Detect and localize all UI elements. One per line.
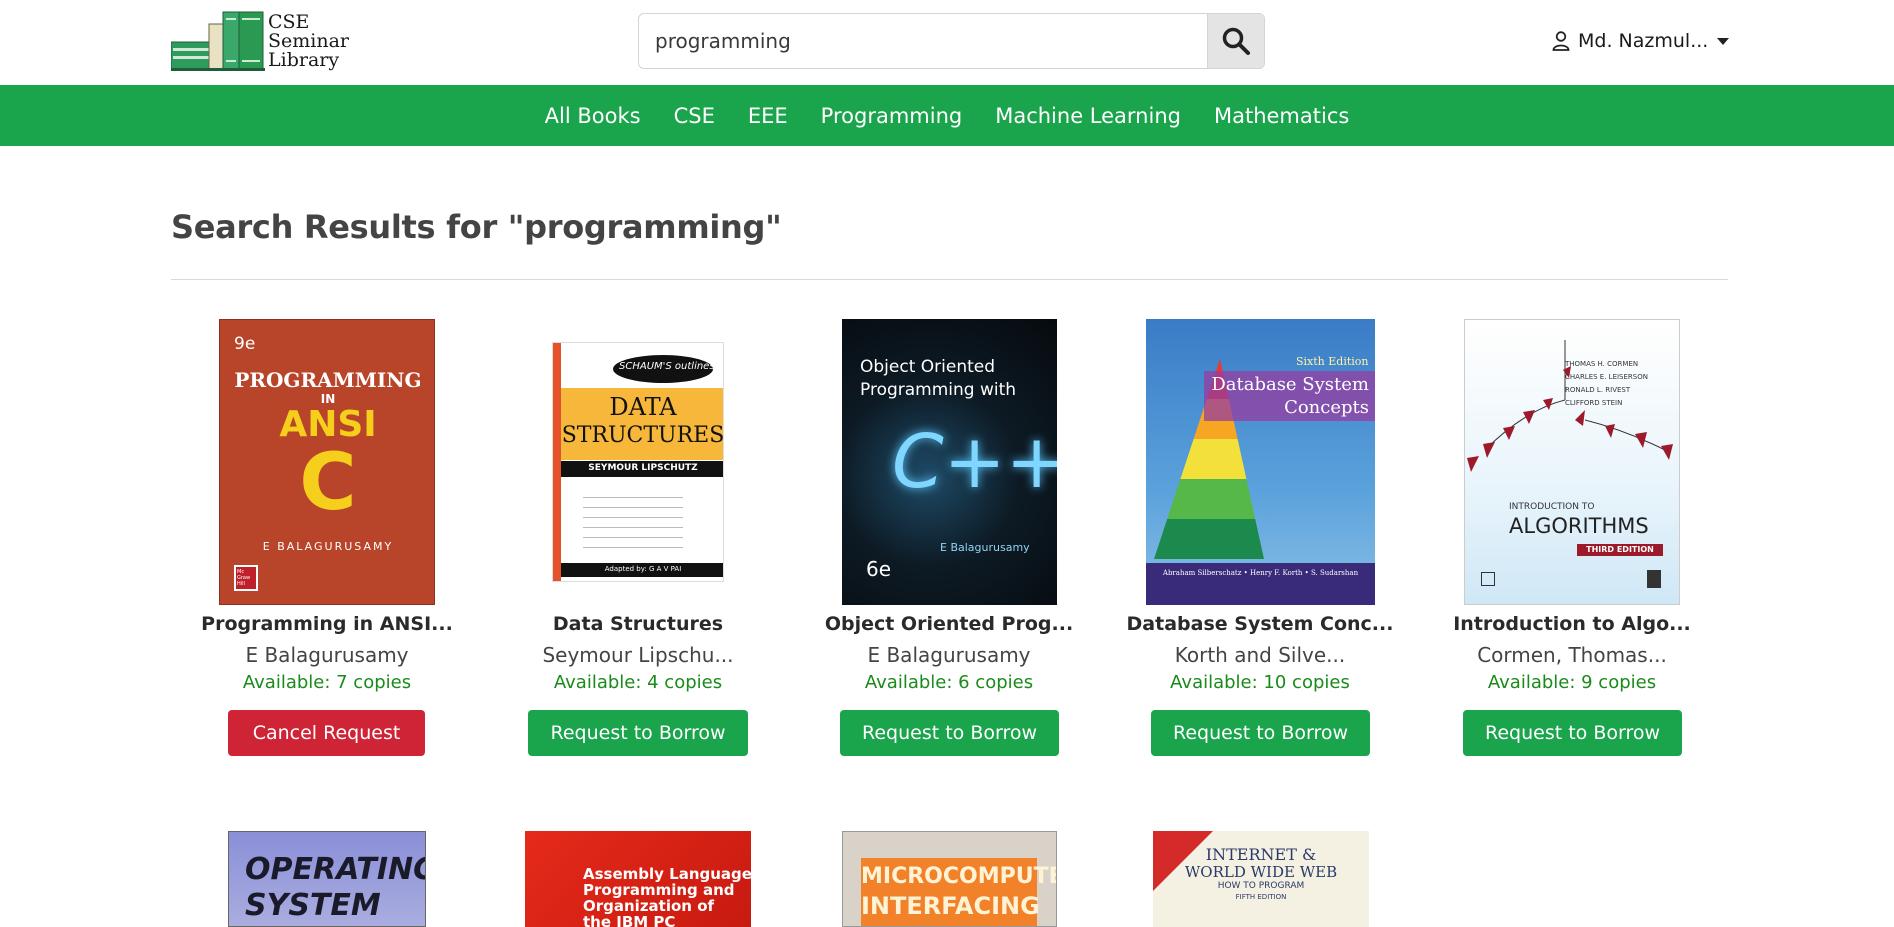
request-borrow-button[interactable]: Request to Borrow xyxy=(1463,710,1682,756)
cover-title-line: INTRODUCTION TO xyxy=(1509,502,1595,512)
book-title[interactable]: Programming in ANSI... xyxy=(187,613,467,635)
cover-edition: 9e xyxy=(234,334,256,354)
cover-adapter: Adapted by: G A V PAI xyxy=(604,565,682,573)
book-availability: Available: 7 copies xyxy=(242,672,412,693)
book-cover-2[interactable]: SCHAUM'S outlines DATA STRUCTURES SEYMOU… xyxy=(552,342,724,582)
book-cover-5[interactable]: THOMAS H. CORMEN CHARLES E. LEISERSON RO… xyxy=(1464,319,1680,605)
cover-edition: THIRD EDITION xyxy=(1586,545,1654,554)
cover-bullets xyxy=(583,491,683,551)
book-availability: Available: 10 copies xyxy=(1170,672,1350,693)
header: CSE Seminar Library Md. Nazmul... xyxy=(0,0,1894,85)
cover-title-line: the IBM PC xyxy=(583,913,676,927)
cover-left-band xyxy=(553,343,561,581)
site-name-line2: Seminar xyxy=(268,29,350,52)
cover-title-line: WORLD WIDE WEB xyxy=(1184,863,1338,881)
cover-title-line: INTERFACING xyxy=(861,892,1040,920)
book-author: Cormen, Thomas... xyxy=(1477,643,1667,667)
search-input[interactable] xyxy=(639,14,1207,68)
cover-title-line: Programming with xyxy=(860,380,1017,400)
book-author: Korth and Silve... xyxy=(1174,643,1346,667)
user-icon xyxy=(1552,31,1570,51)
cover-author: CHARLES E. LEISERSON xyxy=(1565,373,1648,381)
book-cover-8[interactable]: MICROCOMPUTER INTERFACING xyxy=(842,831,1057,927)
cover-title-line: OPERATING xyxy=(245,852,426,887)
caret-down-icon xyxy=(1717,38,1730,45)
nav-programming[interactable]: Programming xyxy=(821,104,963,128)
cover-title-line: ALGORITHMS xyxy=(1509,514,1649,538)
book-cover-6[interactable]: OPERATING SYSTEM xyxy=(228,831,426,927)
book-title[interactable]: Introduction to Algo... xyxy=(1432,613,1712,635)
cover-title-line: INTERNET & xyxy=(1205,845,1317,864)
book-availability: Available: 9 copies xyxy=(1487,672,1657,693)
book-availability: Available: 4 copies xyxy=(553,672,723,693)
user-name: Md. Nazmul... xyxy=(1578,30,1709,52)
cover-title-line: HOW TO PROGRAM xyxy=(1217,881,1305,891)
nav-cse[interactable]: CSE xyxy=(674,104,715,128)
cover-edition: Sixth Edition xyxy=(1296,355,1369,368)
publisher-logo xyxy=(1481,572,1495,586)
site-name: CSE Seminar Library xyxy=(268,10,350,71)
cover-author: E BALAGURUSAMY xyxy=(262,540,394,553)
cover-title-line: PROGRAMMING xyxy=(234,368,422,392)
cover-title-line: Concepts xyxy=(1284,397,1369,418)
publisher-logo-text: Mc Graw Hill xyxy=(237,569,251,587)
cover-title-line: STRUCTURES xyxy=(561,423,724,448)
cover-edition: 6e xyxy=(866,557,892,581)
book-title[interactable]: Data Structures xyxy=(498,613,778,635)
cover-title-line: C xyxy=(299,438,357,528)
book-author: Seymour Lipschu... xyxy=(542,643,734,667)
nav-eee[interactable]: EEE xyxy=(748,104,788,128)
cover-author: Abraham Silberschatz • Henry F. Korth • … xyxy=(1162,569,1359,577)
cover-mobile-art-right xyxy=(1584,410,1679,490)
book-author: E Balagurusamy xyxy=(867,643,1031,667)
cover-edition: FIFTH EDITION xyxy=(1235,893,1287,901)
cover-title-line: C++ xyxy=(892,419,1057,505)
cover-title-line: DATA xyxy=(609,393,677,421)
divider xyxy=(171,279,1728,280)
book-cover-7[interactable]: Assembly Language Programming and Organi… xyxy=(525,831,751,927)
site-logo[interactable]: CSE Seminar Library xyxy=(170,10,361,72)
nav-machine-learning[interactable]: Machine Learning xyxy=(995,104,1181,128)
category-nav: All Books CSE EEE Programming Machine Le… xyxy=(0,85,1894,146)
page-title: Search Results for "programming" xyxy=(171,208,782,246)
publisher-logo: Mc Graw Hill xyxy=(234,565,258,591)
cover-series: SCHAUM'S outlines xyxy=(619,361,715,372)
request-borrow-button[interactable]: Request to Borrow xyxy=(528,710,748,756)
cancel-request-button[interactable]: Cancel Request xyxy=(228,710,425,756)
search-button[interactable] xyxy=(1207,14,1264,68)
nav-all-books[interactable]: All Books xyxy=(545,104,641,128)
request-borrow-button[interactable]: Request to Borrow xyxy=(840,710,1059,756)
site-name-line1: CSE xyxy=(268,10,310,33)
books-logo-icon xyxy=(170,10,266,72)
book-title[interactable]: Object Oriented Prog... xyxy=(809,613,1089,635)
search-bar xyxy=(638,13,1265,69)
site-name-line3: Library xyxy=(268,48,340,71)
book-cover-9[interactable]: INTERNET & WORLD WIDE WEB HOW TO PROGRAM… xyxy=(1153,831,1369,927)
cover-title-line: SYSTEM xyxy=(245,888,381,923)
cover-author: E Balagurusamy xyxy=(940,541,1030,554)
publisher-logo-mit xyxy=(1647,570,1661,588)
search-icon xyxy=(1222,27,1250,55)
cover-author: CLIFFORD STEIN xyxy=(1565,399,1623,407)
book-cover-4[interactable]: Sixth Edition Database System Concepts A… xyxy=(1146,319,1375,605)
book-author: E Balagurusamy xyxy=(245,643,409,667)
book-title[interactable]: Database System Conc... xyxy=(1120,613,1400,635)
cover-title-line: Object Oriented xyxy=(860,357,996,377)
book-cover-1[interactable]: 9e PROGRAMMING IN ANSI C E BALAGURUSAMY … xyxy=(219,319,435,605)
request-borrow-button[interactable]: Request to Borrow xyxy=(1151,710,1370,756)
cover-author: SEYMOUR LIPSCHUTZ xyxy=(588,463,698,473)
user-menu[interactable]: Md. Nazmul... xyxy=(1552,26,1730,56)
book-cover-3[interactable]: Object Oriented Programming with C++ E B… xyxy=(842,319,1057,605)
cover-title-line: Database System xyxy=(1211,374,1369,395)
cover-author: RONALD L. RIVEST xyxy=(1565,386,1631,394)
book-availability: Available: 6 copies xyxy=(864,672,1034,693)
nav-mathematics[interactable]: Mathematics xyxy=(1214,104,1349,128)
cover-author: THOMAS H. CORMEN xyxy=(1565,360,1639,368)
cover-title-line: MICROCOMPUTER xyxy=(861,864,1056,889)
